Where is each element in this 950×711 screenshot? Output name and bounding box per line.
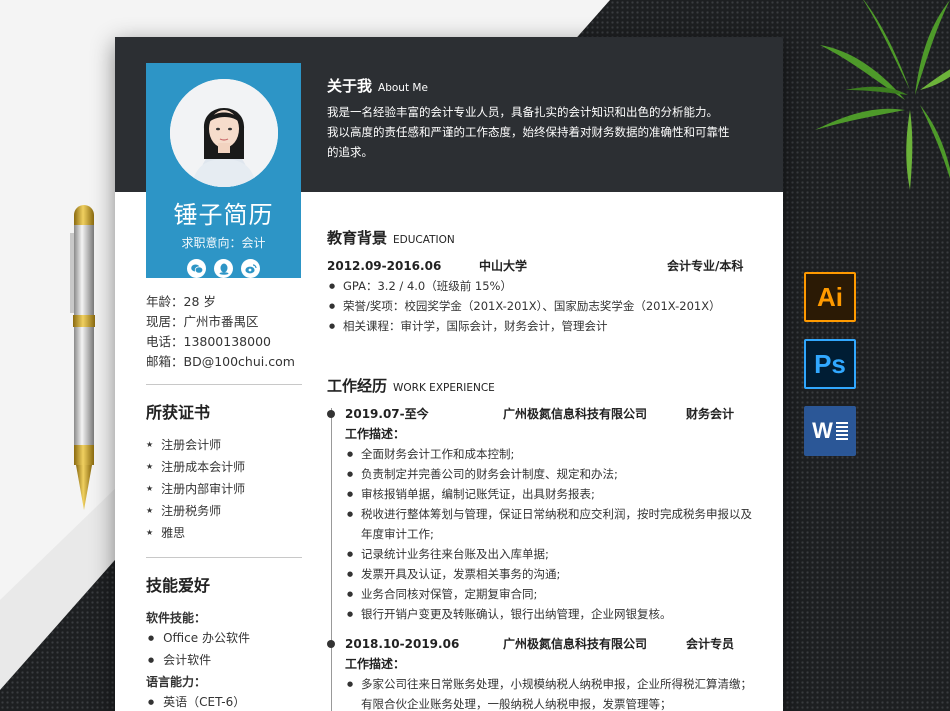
divider — [146, 384, 302, 385]
work-section: 工作经历 WORK EXPERIENCE 2019.07-至今 广州极氮信息科技有… — [327, 375, 752, 711]
about-title-en: About Me — [378, 82, 428, 94]
work-title: 工作经历 WORK EXPERIENCE — [327, 375, 752, 396]
skill-item: 会计软件 — [146, 650, 302, 672]
job-bullet: 审核报销单据，编制记账凭证，出具财务报表; — [345, 484, 752, 504]
pen-decoration — [70, 205, 95, 510]
wechat-icon[interactable] — [187, 259, 206, 278]
job-entry: 2019.07-至今 广州极氮信息科技有限公司 财务会计 工作描述： 全面财务会… — [327, 404, 752, 624]
job-bullet: 负责制定并完善公司的财务会计制度、规定和办法; — [345, 464, 752, 484]
education-header: 2012.09-2016.06 中山大学 会计专业/本科 — [327, 256, 752, 276]
certs-title: 所获证书 — [146, 403, 211, 422]
work-title-text: 工作经历 — [327, 377, 388, 395]
contact-age: 年龄：28 岁 — [146, 294, 216, 309]
job-bullet: 多家公司往来日常账务处理，小规模纳税人纳税申报，企业所得税汇算清缴；有限合伙企业… — [345, 674, 752, 711]
job-position: 会计专员 — [686, 637, 735, 651]
contact-info: 年龄：28 岁 现居：广州市番禺区 电话：13800138000 邮箱：BD@1… — [146, 292, 302, 372]
plant-decoration — [815, 0, 950, 190]
work-title-en: WORK EXPERIENCE — [393, 382, 495, 394]
about-line: 我是一名经验丰富的会计专业人员，具备扎实的会计知识和出色的分析能力。 — [327, 105, 718, 119]
job-bullet: 业务合同核对保管，定期复审合同; — [345, 584, 752, 604]
photoshop-icon[interactable]: Ps — [804, 339, 856, 389]
about-line: 我以高度的责任感和严谨的工作态度，始终保持着对财务数据的准确性和可靠性 — [327, 125, 730, 139]
job-position: 财务会计 — [686, 407, 735, 421]
qq-icon[interactable] — [214, 259, 233, 278]
sidebar: 年龄：28 岁 现居：广州市番禺区 电话：13800138000 邮箱：BD@1… — [146, 292, 302, 711]
job-header: 2018.10-2019.06 广州极氮信息科技有限公司 会计专员 — [345, 634, 752, 654]
job-bullet: 银行开销户变更及转账确认，银行出纳管理，企业网银复核。 — [345, 604, 752, 624]
avatar — [169, 79, 278, 187]
social-links — [146, 259, 301, 278]
job-bullet: 记录统计业务往来台账及出入库单据; — [345, 544, 752, 564]
job-desc-label: 工作描述： — [345, 657, 406, 671]
skills-title: 技能爱好 — [146, 576, 211, 595]
word-icon[interactable]: W — [804, 406, 856, 456]
job-entry: 2018.10-2019.06 广州极氮信息科技有限公司 会计专员 工作描述： … — [327, 634, 752, 711]
about-title-text: 关于我 — [327, 77, 373, 95]
education-bullet: 相关课程：审计学，国际会计，财务会计，管理会计 — [327, 316, 752, 336]
job-bullet: 税收进行整体筹划与管理，保证日常纳税和应交利润，按时完成税务申报以及年度审计工作… — [345, 504, 752, 544]
timeline-dot — [327, 640, 335, 648]
profile-card: 锤子简历 求职意向：会计 — [146, 63, 301, 278]
about-title: 关于我 About Me — [327, 75, 757, 96]
cert-item: 注册税务师 — [146, 501, 302, 523]
about-section: 关于我 About Me 我是一名经验丰富的会计专业人员，具备扎实的会计知识和出色… — [327, 75, 757, 162]
job-bullet: 全面财务会计工作和成本控制; — [345, 444, 752, 464]
contact-email[interactable]: 邮箱：BD@100chui.com — [146, 352, 302, 372]
software-label: 软件技能： — [146, 611, 207, 625]
skill-item: Office 办公软件 — [146, 628, 302, 650]
weibo-icon[interactable] — [241, 259, 260, 278]
education-school: 中山大学 — [479, 259, 528, 273]
education-title-en: EDUCATION — [393, 234, 455, 246]
divider — [146, 557, 302, 558]
education-section: 教育背景 EDUCATION 2012.09-2016.06 中山大学 会计专业/… — [327, 227, 752, 336]
job-intent: 求职意向：会计 — [181, 236, 266, 250]
cert-item: 注册内部审计师 — [146, 479, 302, 501]
job-header: 2019.07-至今 广州极氮信息科技有限公司 财务会计 — [345, 404, 752, 424]
education-bullet: 荣誉/奖项：校园奖学金（201X-201X）、国家励志奖学金（201X-201X… — [327, 296, 752, 316]
language-item: 英语（CET-6） — [146, 692, 302, 711]
cert-item: 雅思 — [146, 523, 302, 545]
job-bullet: 发票开具及认证，发票相关事务的沟通; — [345, 564, 752, 584]
education-major: 会计专业/本科 — [667, 259, 744, 273]
job-period: 2019.07-至今 — [345, 407, 429, 421]
timeline-dot — [327, 410, 335, 418]
resume-name: 锤子简历 — [173, 201, 274, 229]
education-period: 2012.09-2016.06 — [327, 259, 442, 273]
cert-item: 注册成本会计师 — [146, 457, 302, 479]
job-desc-label: 工作描述： — [345, 427, 406, 441]
education-title-text: 教育背景 — [327, 229, 388, 247]
education-title: 教育背景 EDUCATION — [327, 227, 752, 248]
language-label: 语言能力： — [146, 675, 207, 689]
about-line: 的追求。 — [327, 145, 373, 159]
contact-location: 现居：广州市番禺区 — [146, 314, 259, 329]
illustrator-icon[interactable]: Ai — [804, 272, 856, 322]
resume-page: 锤子简历 求职意向：会计 年龄：28 岁 现居：广州市番禺区 电话：138001… — [115, 37, 783, 711]
education-bullet: GPA：3.2 / 4.0（班级前 15%） — [327, 276, 752, 296]
cert-item: 注册会计师 — [146, 435, 302, 457]
job-company: 广州极氮信息科技有限公司 — [503, 407, 648, 421]
job-company: 广州极氮信息科技有限公司 — [503, 637, 648, 651]
contact-phone: 电话：13800138000 — [146, 334, 271, 349]
job-period: 2018.10-2019.06 — [345, 637, 460, 651]
